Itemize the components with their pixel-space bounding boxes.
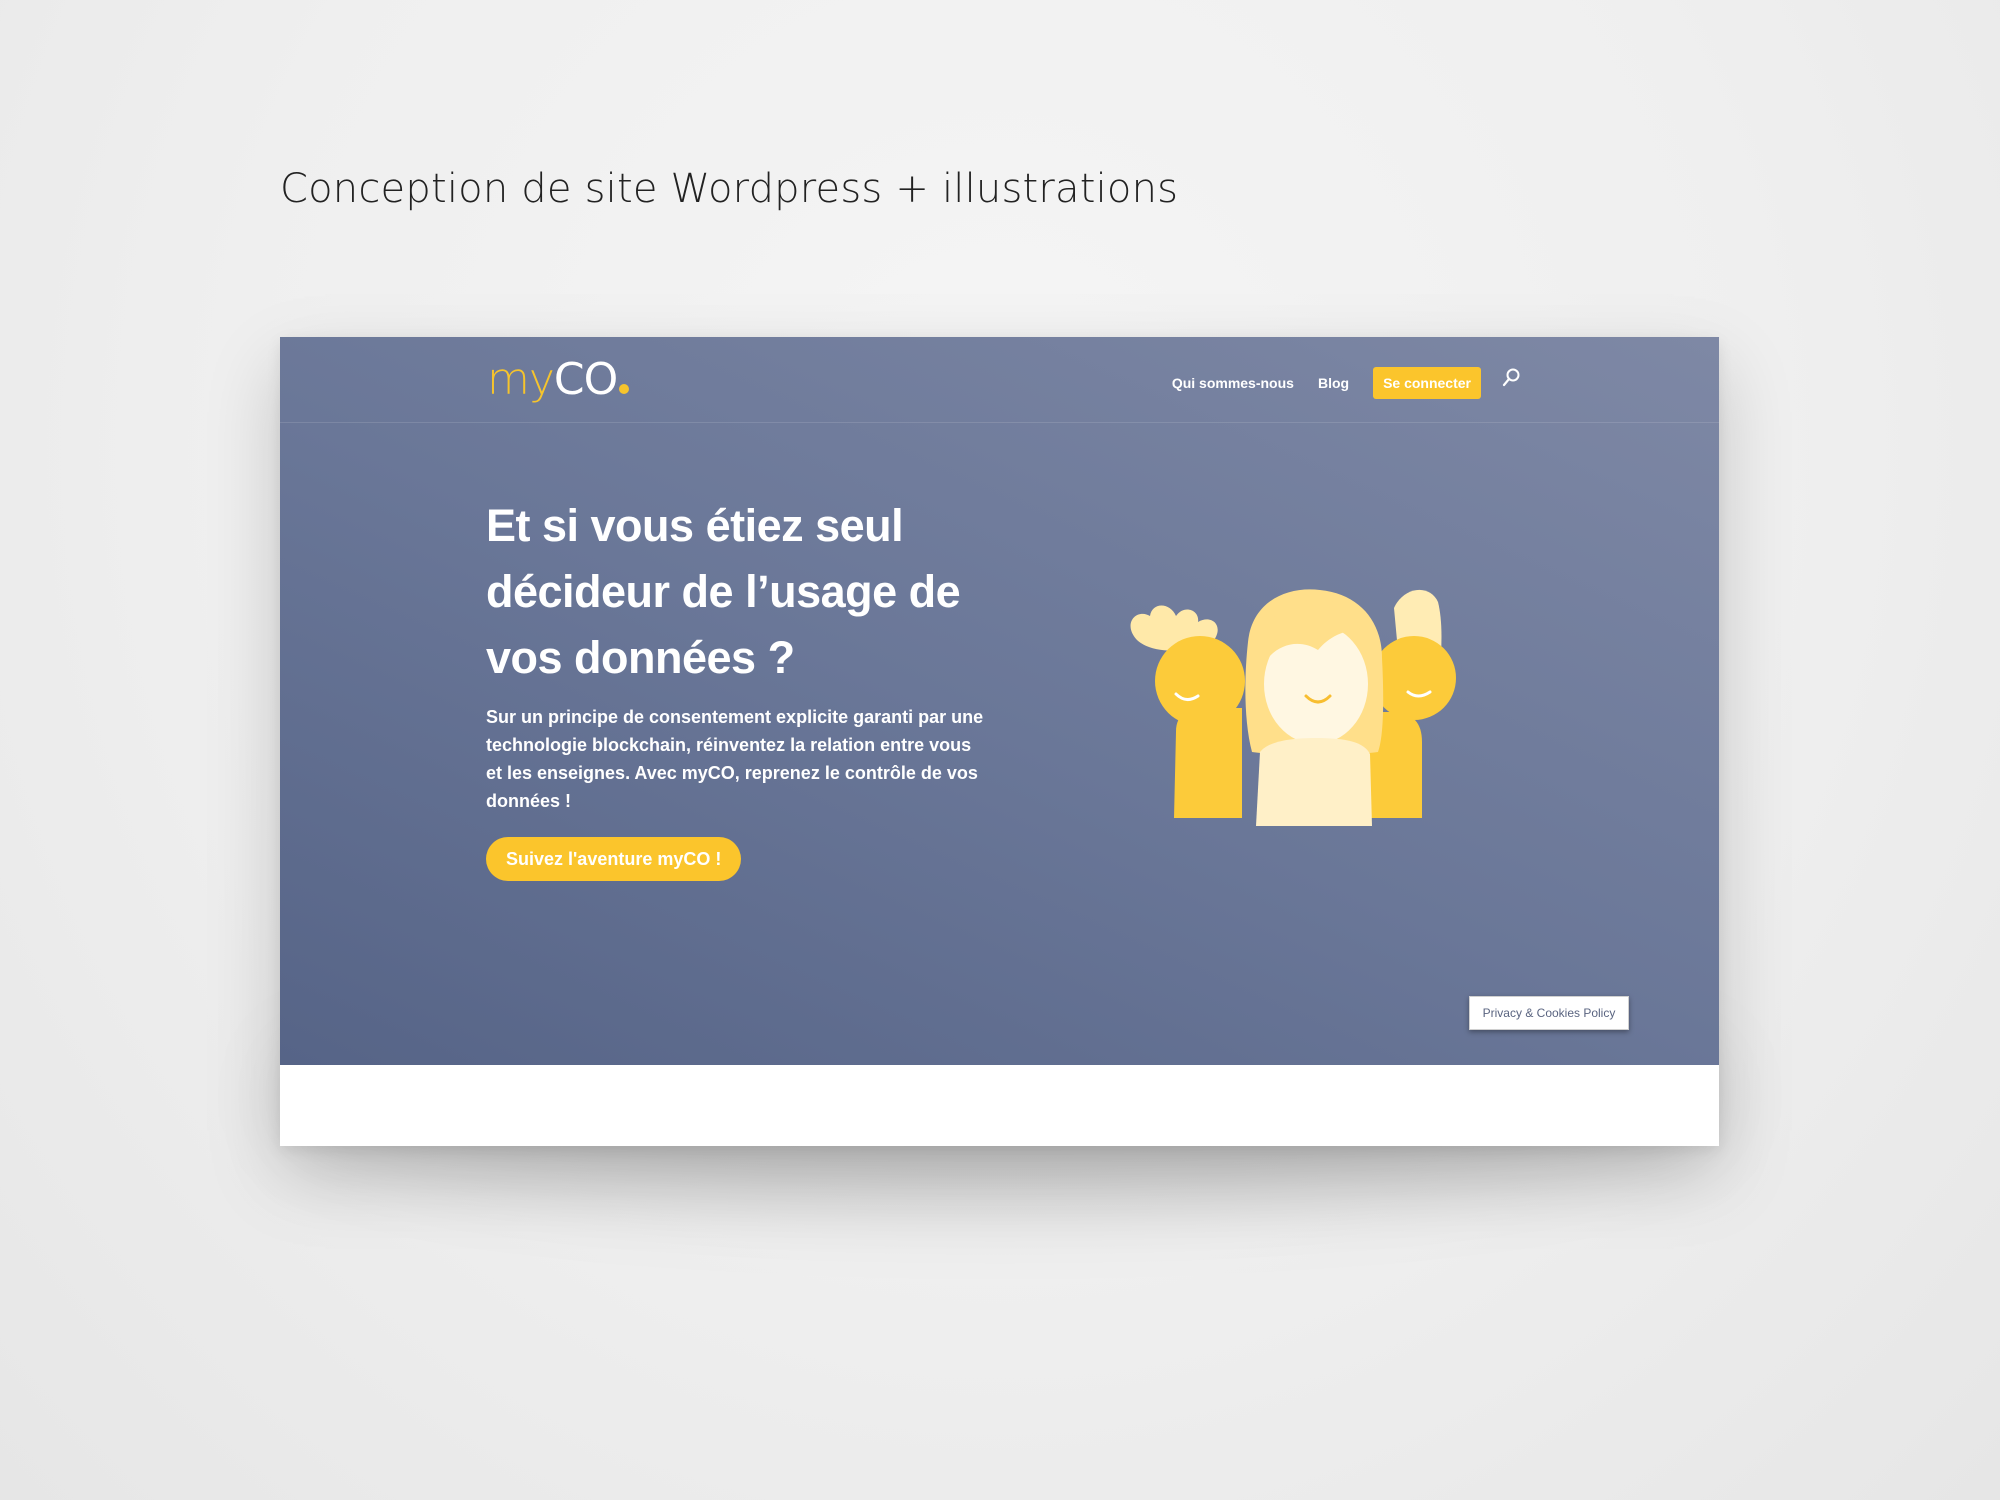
privacy-cookies-policy-button[interactable]: Privacy & Cookies Policy [1469,996,1629,1030]
nav-link-blog[interactable]: Blog [1318,375,1349,391]
logo-co: CO [553,354,618,405]
site-logo[interactable]: my CO [487,349,630,411]
follow-adventure-button[interactable]: Suivez l'aventure myCO ! [486,837,742,881]
portfolio-caption: Conception de site Wordpress + illustrat… [280,166,1179,212]
group-of-people-illustration [1092,546,1612,866]
logo-dot [619,384,630,394]
site-header: my CO Qui sommes-nous Blog Se connecter [280,337,1719,423]
website-mockup: my CO Qui sommes-nous Blog Se connecter E… [280,337,1719,1146]
login-button[interactable]: Se connecter [1373,367,1481,399]
search-icon[interactable] [1501,367,1521,389]
main-nav: Qui sommes-nous Blog Se connecter [1172,367,1521,399]
nav-link-about[interactable]: Qui sommes-nous [1172,375,1294,391]
hero-headline: Et si vous étiez seul décideur de l’usag… [486,500,961,683]
hero-section: my CO Qui sommes-nous Blog Se connecter E… [280,337,1719,1065]
hero-description: Sur un principe de consentement explicit… [486,707,984,811]
logo-my: my [487,354,555,405]
